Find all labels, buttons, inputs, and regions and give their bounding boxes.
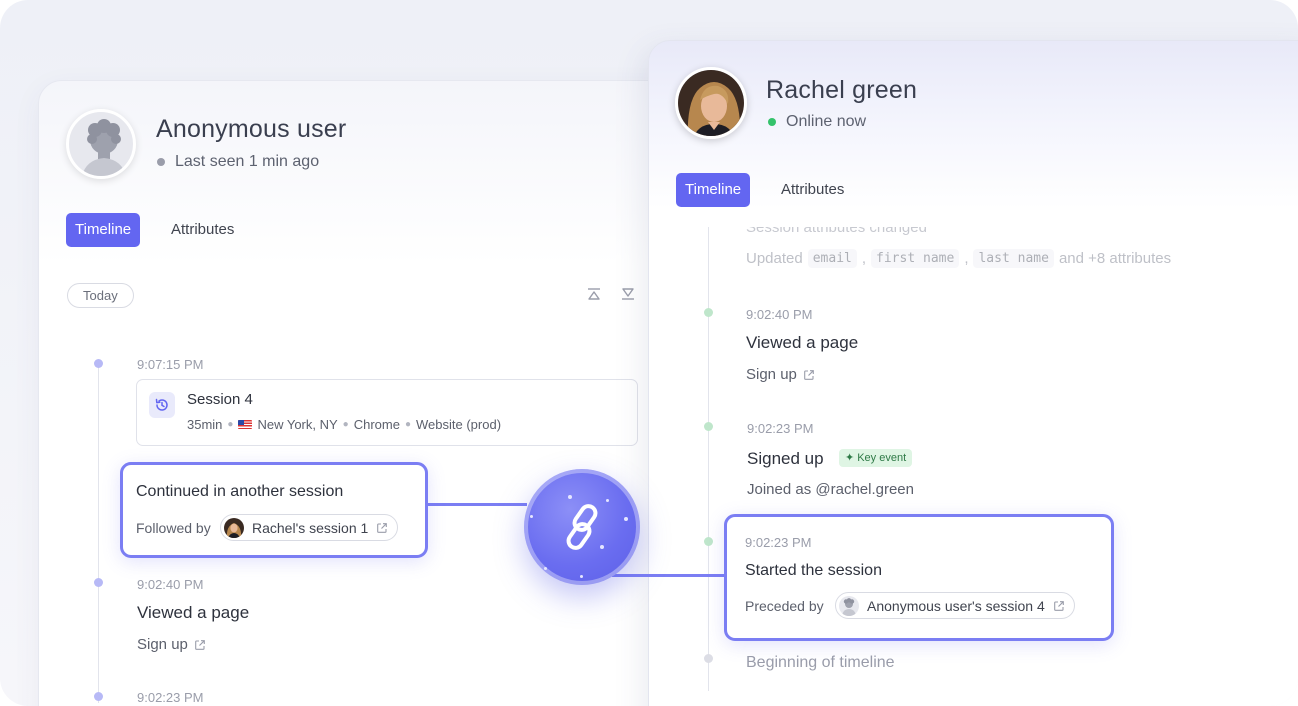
session-location: New York, NY [257, 417, 338, 432]
canvas: Anonymous user Last seen 1 min ago Timel… [0, 0, 1298, 706]
status-line: Last seen 1 min ago [157, 153, 319, 171]
timeline-dot [94, 359, 103, 368]
timeline-beginning: Beginning of timeline [746, 654, 895, 671]
timeline-dot [704, 654, 713, 663]
key-event-badge: ✦ Key event [839, 449, 913, 467]
profile-photo-icon [678, 70, 744, 136]
started-session-card[interactable]: 9:02:23 PM Started the session Preceded … [724, 514, 1114, 641]
anonymous-avatar [66, 109, 136, 179]
timeline-line [98, 363, 99, 703]
tab-attributes[interactable]: Attributes [171, 213, 234, 247]
online-dot [768, 118, 776, 126]
us-flag-icon [238, 420, 253, 429]
connector-line-right [612, 574, 726, 577]
more-attributes: and +8 attributes [1058, 250, 1172, 267]
event-title: Started the session [745, 562, 882, 579]
anonymous-mini-avatar [839, 595, 859, 616]
event-time: 9:02:23 PM [747, 421, 814, 436]
event-time: 9:02:40 PM [746, 307, 813, 322]
event-time: 9:02:23 PM [137, 690, 204, 705]
session-link-pill[interactable]: Anonymous user's session 4 [835, 592, 1075, 619]
rachel-avatar [675, 67, 747, 139]
external-link-icon [804, 369, 814, 380]
tab-timeline[interactable]: Timeline [66, 213, 141, 247]
event-link[interactable]: Sign up [746, 366, 815, 383]
event-time: 9:02:23 PM [745, 535, 812, 550]
event-title: Session attributes changed [746, 219, 927, 236]
tab-timeline[interactable]: Timeline [676, 173, 751, 207]
event-time: 9:02:40 PM [137, 577, 204, 592]
event-time: 9:07:15 PM [137, 357, 204, 372]
followed-by-label: Followed by [136, 520, 211, 536]
status-line: Online now [768, 113, 866, 131]
continued-session-card[interactable]: Continued in another session Followed by… [120, 462, 428, 558]
timeline-dot [704, 537, 713, 546]
sparkle [544, 567, 547, 570]
event-title: Viewed a page [746, 333, 859, 352]
session-link-label: Anonymous user's session 4 [867, 597, 1045, 614]
session-link-label: Rachel's session 1 [252, 519, 369, 536]
session-browser: Chrome [353, 417, 400, 432]
page-link-label: Sign up [746, 366, 797, 383]
attribute-tag: last name [973, 249, 1054, 268]
anonymous-user-panel: Anonymous user Last seen 1 min ago Timel… [38, 80, 678, 706]
external-link-icon [377, 522, 388, 533]
session-link-orb [524, 469, 640, 585]
anonymous-user-icon [82, 119, 126, 176]
sparkle [530, 515, 533, 518]
session-link-pill[interactable]: Rachel's session 1 [220, 514, 399, 541]
history-icon [149, 392, 175, 418]
separator: ● [342, 419, 349, 430]
user-name: Rachel green [766, 76, 918, 104]
key-event-label: Key event [857, 452, 907, 464]
expand-all-icon[interactable] [621, 287, 635, 301]
sparkle [568, 495, 572, 499]
status-text: Last seen 1 min ago [175, 153, 320, 170]
attributes-updated: Updated email, first name, last name and… [746, 249, 1172, 268]
separator: ● [404, 419, 412, 430]
sparkle-icon: ✦ [845, 452, 855, 464]
session-source: Website (prod) [416, 417, 502, 432]
event-title: Signed up [747, 449, 824, 468]
sparkle [624, 517, 628, 521]
event-subtitle: Joined as @rachel.green [747, 481, 914, 498]
rachel-mini-avatar [224, 517, 244, 538]
timeline-dot [704, 422, 713, 431]
event-link[interactable]: Sign up [137, 636, 206, 653]
status-text: Online now [786, 113, 867, 130]
separator: ● [227, 419, 234, 430]
event-title: Viewed a page [137, 603, 250, 622]
connector-line-left [427, 503, 527, 506]
preceded-by-label: Preceded by [745, 598, 824, 614]
timeline-dot [94, 692, 103, 701]
external-link-icon [1053, 600, 1064, 611]
timeline-dot [704, 308, 713, 317]
attribute-tag: first name [871, 249, 960, 268]
link-icon [566, 504, 598, 550]
timeline-dot [94, 578, 103, 587]
session-title: Session 4 [187, 391, 253, 408]
timeline-line [708, 227, 709, 691]
tab-attributes[interactable]: Attributes [781, 173, 844, 207]
collapse-all-icon[interactable] [587, 287, 601, 301]
external-link-icon [195, 639, 205, 650]
user-name: Anonymous user [156, 115, 347, 143]
session-meta: 35min ● New York, NY ● Chrome ● Website … [187, 417, 501, 432]
page-link-label: Sign up [137, 636, 188, 653]
date-pill: Today [67, 283, 134, 308]
status-dot [157, 158, 165, 166]
sparkle [580, 575, 583, 578]
session-card[interactable]: Session 4 35min ● New York, NY ● Chrome … [136, 379, 638, 446]
event-title: Continued in another session [136, 483, 344, 500]
attribute-tag: email [807, 249, 857, 268]
updated-label: Updated [746, 250, 803, 267]
session-duration: 35min [187, 417, 223, 432]
